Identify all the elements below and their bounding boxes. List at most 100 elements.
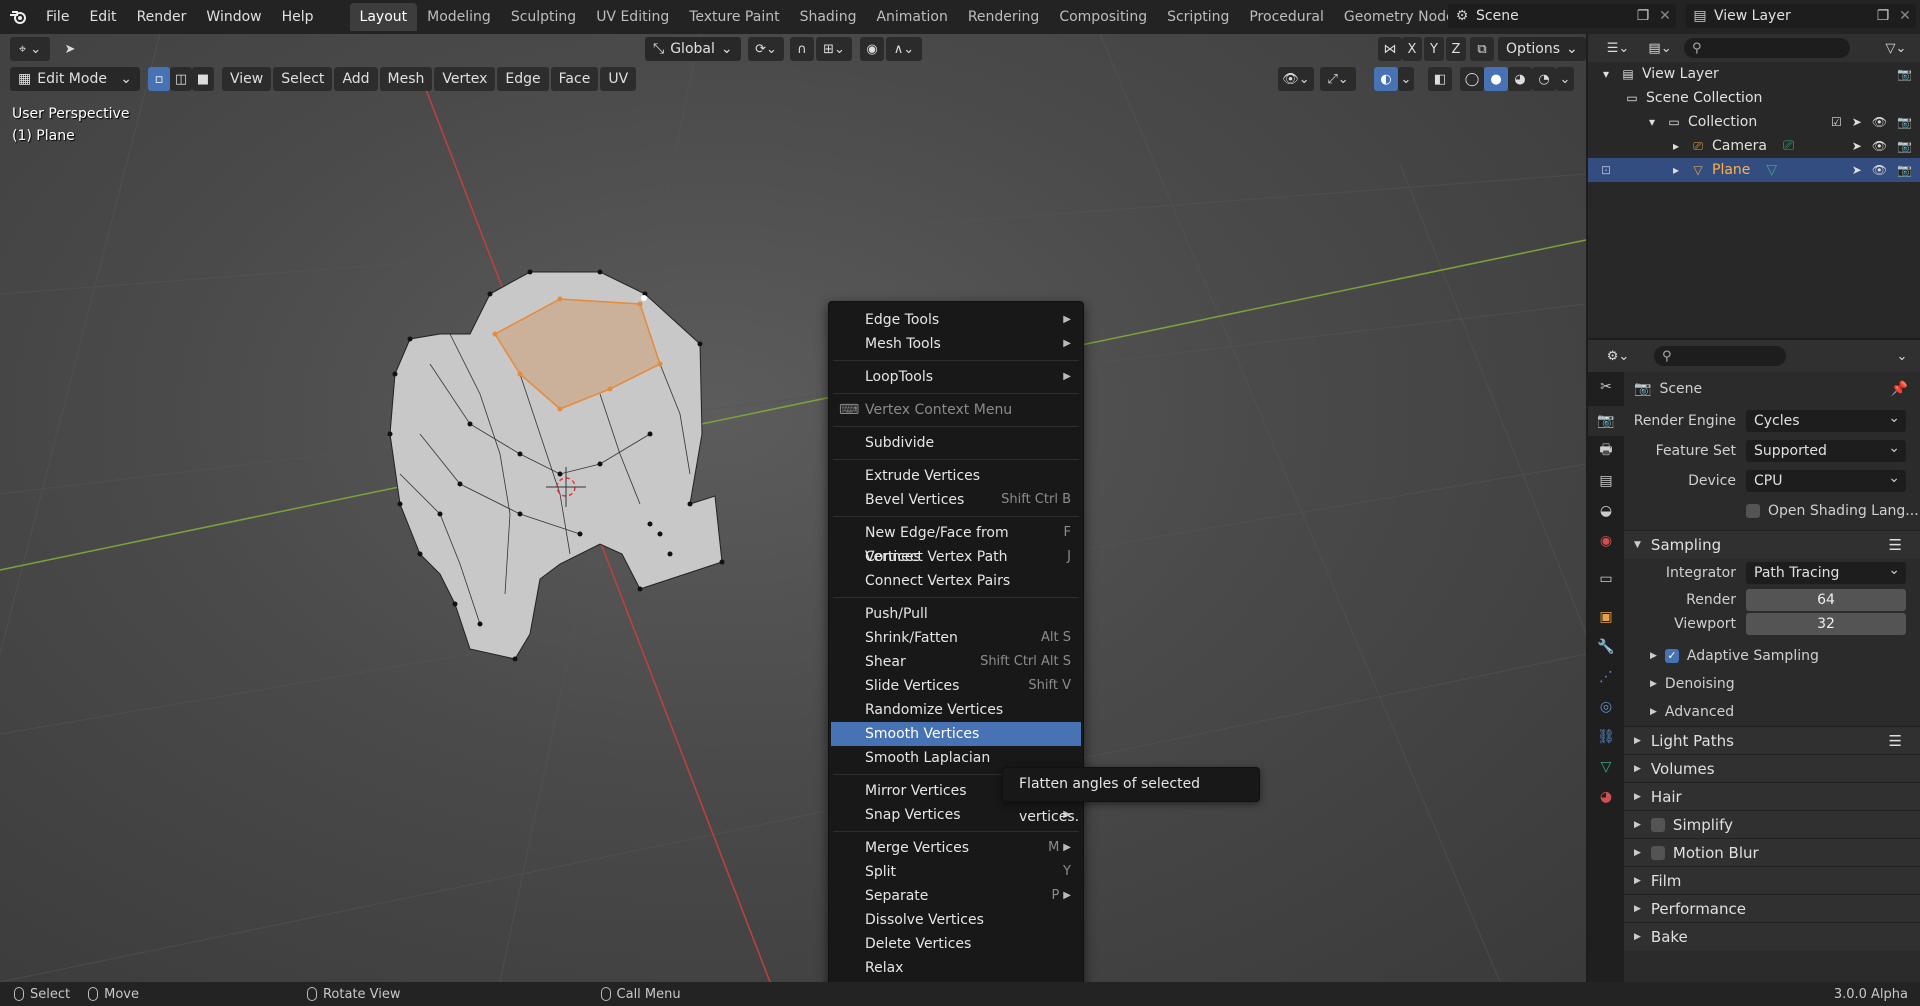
subpanel-advanced[interactable]: ▶ Advanced	[1624, 698, 1920, 726]
proportional-edit-icon[interactable]: ◉	[860, 37, 884, 61]
physics-tab-icon[interactable]: ◎	[1588, 692, 1624, 722]
mirror-icon[interactable]: ⋈	[1378, 37, 1402, 61]
collapse-icon[interactable]: ▾	[1644, 110, 1660, 134]
view-layer-tab-icon[interactable]: ▤	[1588, 466, 1624, 496]
display-mode-icon[interactable]: ▤⌄	[1642, 36, 1678, 60]
collection-tab-icon[interactable]: ▭	[1588, 564, 1624, 594]
eye-icon[interactable]: 👁	[1872, 134, 1887, 158]
collapse-icon[interactable]: ▾	[1598, 62, 1614, 86]
menu-item-separate[interactable]: Separate P ▶	[829, 884, 1083, 908]
menu-item-edge-tools[interactable]: Edge Tools ▶	[829, 308, 1083, 332]
new-scene-icon[interactable]: ❐	[1632, 8, 1654, 24]
output-tab-icon[interactable]: 🖶	[1588, 436, 1624, 466]
panel-performance[interactable]: ▶ Performance	[1624, 894, 1920, 922]
menu-item-connect-vertex-path[interactable]: Connect Vertex Path J	[829, 545, 1083, 569]
menu-item-shear[interactable]: Shear Shift Ctrl Alt S	[829, 650, 1083, 674]
menu-add[interactable]: Add	[334, 67, 378, 91]
tab-shading[interactable]: Shading	[790, 3, 867, 31]
tab-modeling[interactable]: Modeling	[417, 3, 501, 31]
menu-window[interactable]: Window	[196, 0, 271, 34]
eye-icon[interactable]: 👁	[1872, 110, 1887, 134]
tree-scene-collection[interactable]: ▭ Scene Collection	[1588, 86, 1920, 110]
data-tab-icon[interactable]: ▽	[1588, 752, 1624, 782]
menu-render[interactable]: Render	[127, 0, 197, 34]
properties-options-icon[interactable]: ⌄	[1890, 344, 1914, 368]
overlays-icon[interactable]: ◐	[1374, 67, 1398, 91]
render-engine-dropdown[interactable]: Cycles	[1746, 407, 1906, 432]
outliner-editor-icon[interactable]: ☰⌄	[1600, 36, 1636, 60]
menu-item-push-pull[interactable]: Push/Pull	[829, 602, 1083, 626]
panel-light-paths[interactable]: ▶ Light Paths ☰	[1624, 726, 1920, 754]
menu-edge[interactable]: Edge	[497, 67, 549, 91]
menu-item-split[interactable]: Split Y	[829, 860, 1083, 884]
tab-procedural[interactable]: Procedural	[1239, 3, 1334, 31]
presets-icon[interactable]: ☰	[1889, 536, 1902, 554]
rendered-shading-icon[interactable]: ◔	[1532, 67, 1556, 91]
select-tool-icon[interactable]: ➤	[58, 37, 82, 61]
render-tab-icon[interactable]: 📷	[1588, 406, 1624, 436]
axis-y-toggle[interactable]: Y	[1424, 37, 1444, 61]
tab-sculpting[interactable]: Sculpting	[501, 3, 586, 31]
world-tab-icon[interactable]: ◉	[1588, 526, 1624, 556]
menu-item-relax[interactable]: Relax	[829, 956, 1083, 980]
render-samples-field[interactable]: 64	[1746, 589, 1906, 611]
tab-texture-paint[interactable]: Texture Paint	[679, 3, 789, 31]
mesh-data-icon[interactable]: ▽	[1766, 158, 1777, 182]
vertex-select-icon[interactable]: ▫	[148, 67, 170, 91]
panel-motion-blur[interactable]: ▶ Motion Blur	[1624, 838, 1920, 866]
simplify-checkbox[interactable]	[1650, 817, 1665, 832]
3d-viewport[interactable]: ⌖ ⌄ ➤ ⤡ Global ⌄ ⟳⌄ ∩ ⊞⌄ ◉ ∧⌄ ⋈ X Y Z ⧉ …	[0, 34, 1586, 982]
menu-item-merge-vertices[interactable]: Merge Vertices M ▶	[829, 836, 1083, 860]
snap-target-icon[interactable]: ⊞⌄	[816, 37, 852, 61]
transform-orientation-dropdown[interactable]: ⤡ Global ⌄	[645, 37, 741, 61]
subpanel-denoising[interactable]: ▶ Denoising	[1624, 670, 1920, 698]
presets-icon[interactable]: ☰	[1889, 732, 1902, 750]
properties-editor-icon[interactable]: ⚙⌄	[1600, 344, 1636, 368]
menu-edit[interactable]: Edit	[79, 0, 126, 34]
scene-tab-icon[interactable]: ◒	[1588, 496, 1624, 526]
selectable-icon[interactable]: ➤	[1852, 110, 1862, 134]
visibility-icon[interactable]: 👁⌄	[1278, 67, 1314, 91]
pin-icon[interactable]: 📌	[1891, 381, 1908, 397]
falloff-icon[interactable]: ∧⌄	[886, 37, 922, 61]
snap-icon[interactable]: ∩	[790, 37, 814, 61]
tab-layout[interactable]: Layout	[349, 3, 418, 31]
tool-tab-icon[interactable]: ✂	[1588, 372, 1624, 402]
wireframe-shading-icon[interactable]: ◯	[1460, 67, 1484, 91]
feature-set-dropdown[interactable]: Supported	[1746, 437, 1906, 462]
expand-icon[interactable]: ▸	[1668, 134, 1684, 158]
menu-uv[interactable]: UV	[600, 67, 637, 91]
xray-icon[interactable]: ◧	[1428, 67, 1452, 91]
scene-selector[interactable]: ⚙ Scene ❐ ✕	[1448, 4, 1676, 28]
modifier-tab-icon[interactable]: 🔧	[1588, 632, 1624, 662]
mesh-object[interactable]	[387, 269, 725, 662]
menu-face[interactable]: Face	[550, 67, 599, 91]
new-view-layer-icon[interactable]: ❐	[1872, 8, 1894, 24]
tab-compositing[interactable]: Compositing	[1049, 3, 1157, 31]
pivot-point-icon[interactable]: ⟳⌄	[748, 37, 784, 61]
edge-select-icon[interactable]: ◫	[170, 67, 192, 91]
menu-item-smooth-vertices[interactable]: Smooth Vertices	[831, 722, 1081, 746]
editor-type-icon[interactable]: ⌖ ⌄	[10, 37, 50, 61]
exclude-checkbox-icon[interactable]: ☑	[1831, 110, 1842, 134]
menu-mesh[interactable]: Mesh	[379, 67, 433, 91]
menu-item-slide-vertices[interactable]: Slide Vertices Shift V	[829, 674, 1083, 698]
blender-logo-icon[interactable]	[0, 0, 36, 34]
camera-render-icon[interactable]: 📷	[1897, 158, 1912, 182]
gizmo-icon[interactable]: ⤢⌄	[1320, 67, 1356, 91]
axis-z-toggle[interactable]: Z	[1446, 37, 1466, 61]
constraints-tab-icon[interactable]: ⛓	[1588, 722, 1624, 752]
menu-item-delete-vertices[interactable]: Delete Vertices	[829, 932, 1083, 956]
camera-render-icon[interactable]: 📷	[1897, 134, 1912, 158]
view-layer-selector[interactable]: ▤ View Layer ❐ ✕	[1686, 4, 1916, 28]
render-icon[interactable]: 📷	[1897, 62, 1912, 86]
eye-icon[interactable]: 👁	[1872, 158, 1887, 182]
axis-x-toggle[interactable]: X	[1402, 37, 1422, 61]
edit-mode-icon[interactable]: ⊡	[1598, 158, 1614, 182]
integrator-dropdown[interactable]: Path Tracing	[1746, 559, 1906, 584]
motion-blur-checkbox[interactable]	[1650, 845, 1665, 860]
panel-film[interactable]: ▶ Film	[1624, 866, 1920, 894]
menu-item-connect-vertex-pairs[interactable]: Connect Vertex Pairs	[829, 569, 1083, 593]
object-tab-icon[interactable]: ▣	[1588, 602, 1624, 632]
overlays-dropdown-icon[interactable]: ⌄	[1398, 67, 1414, 91]
